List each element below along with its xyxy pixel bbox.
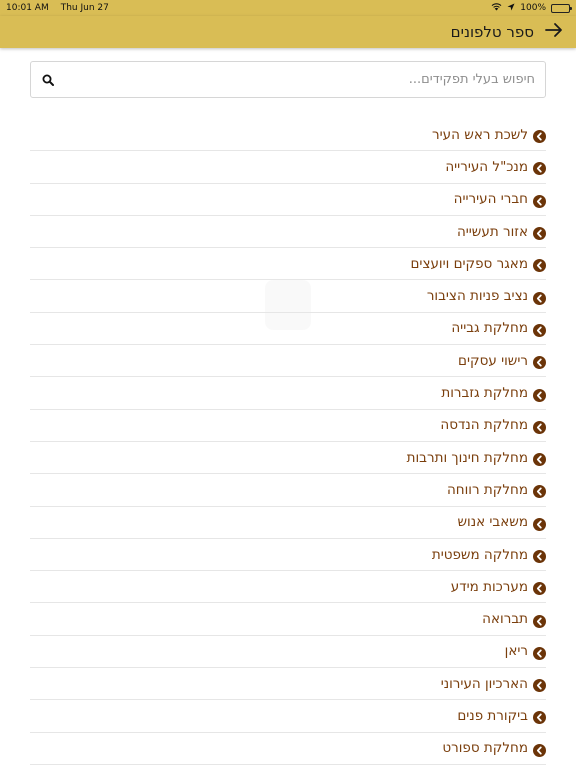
chevron-left-circle-icon [533,257,546,273]
chevron-left-circle-icon [533,193,546,208]
list-item-label: מחלקה משפטית [431,546,528,563]
list-item[interactable]: מחלקה משפטית [30,539,546,572]
chevron-left-circle-icon [533,548,546,563]
list-item-label: רישוי עסקים [458,352,528,369]
list-item[interactable]: לשכת ראש העיר [30,119,546,152]
list-item-label: מחלקת ספורט [442,740,528,757]
list-item[interactable]: מחלקת גזברות [30,377,546,410]
list-item[interactable]: מחלקת גבייה [30,313,546,346]
location-icon [507,3,515,14]
chevron-left-circle-icon [533,160,546,176]
status-date: Thu Jun 27 [60,3,109,13]
list-item-label: תברואה [482,611,528,628]
list-item-label: מחלקת חינוך ותרבות [406,449,528,466]
arrow-right-icon [544,22,564,42]
chevron-left-circle-icon [533,290,546,305]
list-item[interactable]: מחלקת הנדסה [30,410,546,442]
back-button[interactable] [540,18,568,46]
chevron-left-circle-icon [533,742,546,757]
list-item-label: מערכות מידע [450,578,528,595]
page-title: ספר טלפונים [450,23,534,41]
search-box [30,61,546,98]
list-item[interactable]: מחלקת ספורט [30,733,546,765]
list-item-label: אזור תעשייה [456,223,528,240]
chevron-left-circle-icon [533,387,546,402]
chevron-left-circle-icon [533,483,546,499]
list-item-label: משאבי אנוש [457,514,528,531]
list-item-label: מחלקת גזברות [441,385,528,402]
list-item[interactable]: ביקורת פנים [30,700,546,733]
list-item[interactable]: מאגר ספקים ויועצים [30,248,546,281]
list-item[interactable]: רישוי עסקים [30,345,546,378]
list-item-label: מחלקת הנדסה [440,417,528,434]
chevron-left-circle-icon [533,128,546,144]
search-icon[interactable] [41,73,55,87]
nav-bar: ספר טלפונים [0,16,576,48]
list-item-label: ריאן [504,643,528,660]
list-item[interactable]: מחלקת רווחה [30,474,546,507]
battery-percent: 100% [520,3,546,13]
department-list: לשכת ראש העיר מנכ"ל העירייה חברי העירייה… [30,119,546,765]
list-item[interactable]: אזור תעשייה [30,216,546,249]
status-right: 100% [491,2,572,14]
chevron-left-circle-icon [533,580,546,596]
list-item[interactable]: מחלקת חינוך ותרבות [30,442,546,475]
wifi-icon [491,2,502,14]
chevron-left-circle-icon [533,225,546,241]
list-item-label: חברי העירייה [453,191,528,208]
chevron-left-circle-icon [533,354,546,370]
screen: 10:01 AM Thu Jun 27 100% ספר טלפונים חיפ… [0,0,576,768]
list-item[interactable]: משאבי אנוש [30,507,546,539]
chevron-left-circle-icon [533,677,546,693]
chevron-left-circle-icon [533,451,546,467]
chevron-left-circle-icon [533,516,546,531]
list-item-label: ביקורת פנים [457,707,528,724]
status-bar: 10:01 AM Thu Jun 27 100% [0,0,576,16]
chevron-left-circle-icon [533,322,546,337]
list-item[interactable]: נציב פניות הציבור [30,280,546,313]
chevron-left-circle-icon [533,709,546,725]
list-item-label: מחלקת רווחה [446,481,528,498]
status-time: 10:01 AM [6,3,49,13]
list-item[interactable]: חברי העירייה [30,184,546,216]
list-item[interactable]: מנכ"ל העירייה [30,151,546,184]
status-left: 10:01 AM Thu Jun 27 [6,3,109,13]
list-item-label: נציב פניות הציבור [426,288,528,305]
list-item[interactable]: ריאן [30,636,546,669]
list-item[interactable]: הארכיון העירוני [30,668,546,701]
list-item[interactable]: מערכות מידע [30,571,546,604]
battery-icon [551,3,572,13]
search-input[interactable] [55,72,535,87]
chevron-left-circle-icon [533,419,546,434]
list-item-label: הארכיון העירוני [440,675,528,692]
list-item-label: מאגר ספקים ויועצים [410,255,528,272]
list-item-label: מנכ"ל העירייה [445,158,528,175]
chevron-left-circle-icon [533,613,546,628]
list-item-label: לשכת ראש העיר [432,126,528,143]
list-item[interactable]: תברואה [30,603,546,636]
chevron-left-circle-icon [533,645,546,660]
list-item-label: מחלקת גבייה [451,320,528,337]
